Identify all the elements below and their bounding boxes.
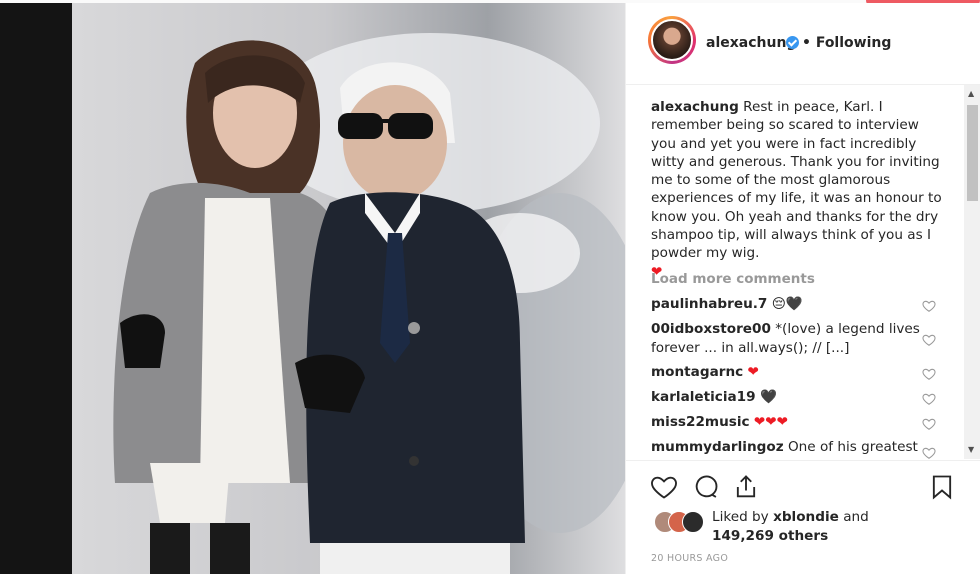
comment-like-heart-icon[interactable]: [922, 417, 936, 431]
post-photo[interactable]: [0, 3, 625, 574]
post-detail-panel: alexachung • Following alexachung Rest i…: [625, 3, 980, 574]
comment-icon[interactable]: [692, 473, 720, 501]
liked-by-prefix: Liked by: [712, 509, 769, 525]
load-more-comments-button[interactable]: Load more comments: [651, 271, 815, 287]
comment-username[interactable]: karlaleticia19: [651, 389, 756, 405]
liked-by-user[interactable]: xblondie: [773, 509, 839, 525]
comment-item: montagarnc ❤: [651, 363, 921, 382]
photo-illustration: [113, 33, 625, 574]
verified-badge-icon: [786, 36, 799, 49]
heart-icon[interactable]: [650, 473, 678, 501]
liker-avatars[interactable]: [654, 511, 708, 533]
comment-item: 00idboxstore00 *(love) a legend lives fo…: [651, 320, 921, 357]
comment-username[interactable]: montagarnc: [651, 364, 743, 380]
comment-like-heart-icon[interactable]: [922, 299, 936, 313]
avatar-image: [651, 19, 693, 61]
post-header: alexachung • Following: [626, 3, 980, 85]
comment-text: One of his greatest: [787, 439, 918, 455]
caption-username[interactable]: alexachung: [651, 99, 739, 115]
comment-like-heart-icon[interactable]: [922, 446, 936, 459]
scroll-up-icon[interactable]: ▲: [968, 89, 974, 98]
comment-item: mummydarlingoz One of his greatest: [651, 438, 921, 457]
comments-scrollbar[interactable]: ▲ ▼: [964, 85, 980, 459]
comment-like-heart-icon[interactable]: [922, 367, 936, 381]
post-timestamp[interactable]: 20 HOURS AGO: [651, 553, 728, 564]
liker-avatar: [682, 511, 704, 533]
author-username[interactable]: alexachung: [706, 35, 796, 51]
comment-item: miss22music ❤❤❤: [651, 413, 921, 432]
comment-emoji: 😔🖤: [771, 296, 803, 312]
comment-emoji: ❤❤❤: [753, 414, 789, 430]
comment-emoji: 🖤: [759, 389, 777, 405]
avatar[interactable]: [648, 16, 696, 64]
comment-username[interactable]: paulinhabreu.7: [651, 296, 767, 312]
comment-item: paulinhabreu.7 😔🖤: [651, 295, 921, 314]
following-button[interactable]: • Following: [802, 35, 891, 51]
comment-emoji: ❤: [747, 364, 759, 380]
liked-by-count[interactable]: 149,269 others: [712, 528, 828, 544]
post-caption: alexachung Rest in peace, Karl. I rememb…: [651, 98, 946, 281]
comment-username[interactable]: 00idboxstore00: [651, 321, 771, 337]
bookmark-icon[interactable]: [928, 473, 956, 501]
scrollbar-thumb[interactable]: [967, 105, 978, 201]
post-actions: Liked by xblondie and 149,269 others 20 …: [626, 460, 980, 575]
share-icon[interactable]: [732, 473, 760, 501]
comment-username[interactable]: miss22music: [651, 414, 750, 430]
comment-like-heart-icon[interactable]: [922, 392, 936, 406]
comments-list[interactable]: alexachung Rest in peace, Karl. I rememb…: [626, 85, 963, 459]
liked-by-and: and: [843, 509, 869, 525]
caption-text: Rest in peace, Karl. I remember being so…: [651, 99, 942, 262]
comment-item: karlaleticia19 🖤: [651, 388, 921, 407]
liked-by-text[interactable]: Liked by xblondie and 149,269 others: [712, 508, 952, 545]
scroll-down-icon[interactable]: ▼: [968, 445, 974, 454]
comment-username[interactable]: mummydarlingoz: [651, 439, 784, 455]
comment-like-heart-icon[interactable]: [922, 333, 936, 347]
